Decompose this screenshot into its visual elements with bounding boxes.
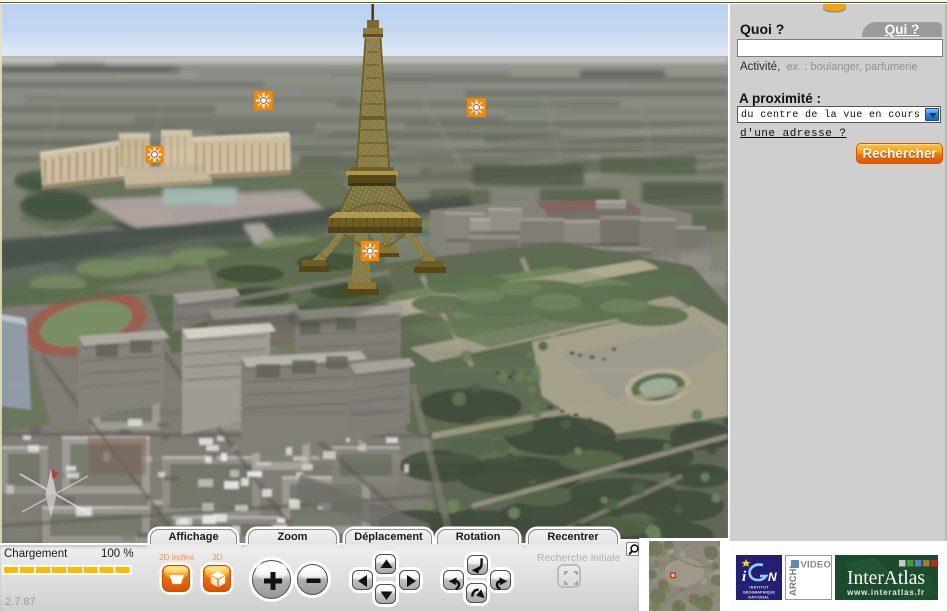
svg-text:www.interatlas.fr: www.interatlas.fr (846, 588, 925, 597)
svg-text:InterAtlas: InterAtlas (847, 568, 925, 589)
svg-text:INSTITUT: INSTITUT (749, 586, 769, 590)
svg-text:VIDEO: VIDEO (801, 560, 832, 571)
svg-text:N: N (768, 570, 777, 584)
svg-text:GÉOGRAPHIQUE: GÉOGRAPHIQUE (743, 590, 776, 595)
svg-text:ARCHI: ARCHI (788, 566, 799, 596)
svg-text:NATIONAL: NATIONAL (748, 596, 770, 600)
svg-text:i: i (742, 569, 747, 585)
